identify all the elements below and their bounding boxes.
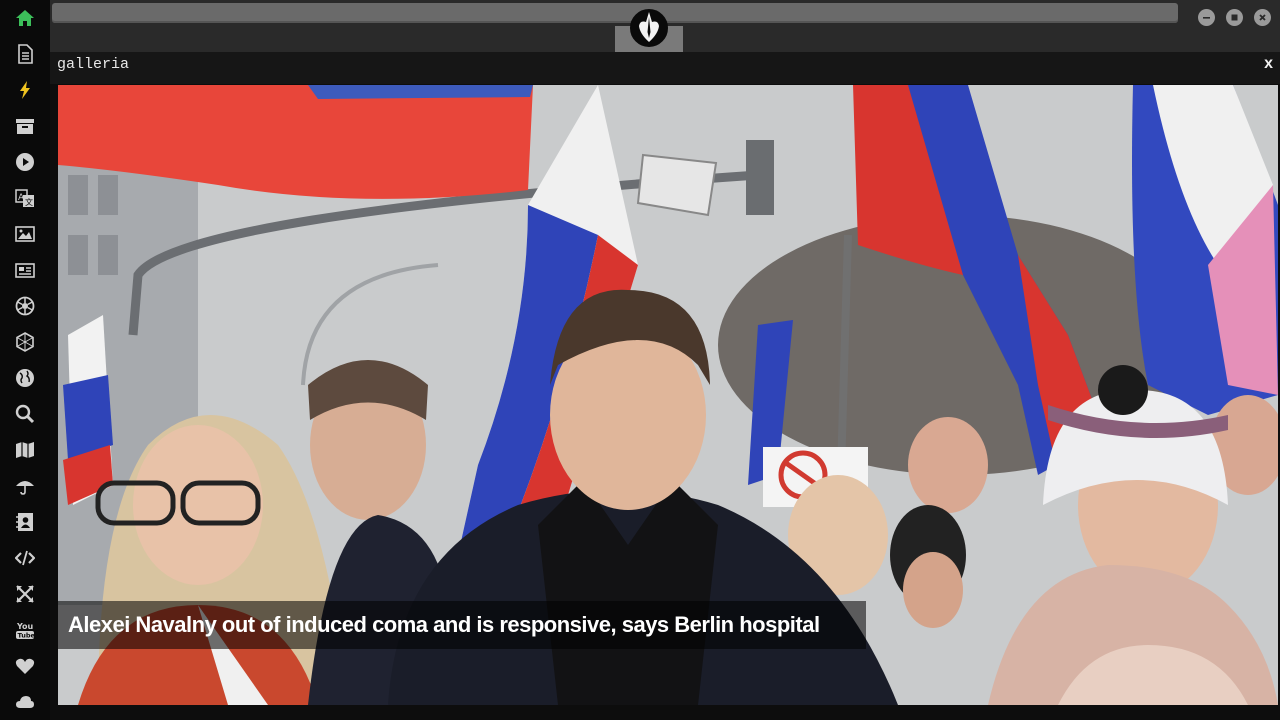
lightning-icon[interactable] [13,78,37,102]
translate-icon[interactable]: A文 [13,186,37,210]
minimize-icon [1203,17,1210,19]
maximize-icon [1231,14,1238,21]
code-icon[interactable] [13,546,37,570]
svg-text:文: 文 [25,197,33,207]
globe-icon[interactable] [13,366,37,390]
expand-icon[interactable] [13,582,37,606]
map-icon[interactable] [13,438,37,462]
gallery-header: galleria x [50,52,1280,84]
cloud-icon[interactable] [13,690,37,714]
sidebar: A文 You Tube [0,0,50,720]
close-icon [1259,14,1266,21]
svg-text:You: You [16,622,34,631]
home-icon[interactable] [13,6,37,30]
contact-card-icon[interactable] [13,510,37,534]
aperture-icon[interactable] [13,294,37,318]
minimize-button[interactable] [1198,9,1215,26]
heart-icon[interactable] [13,654,37,678]
top-bar [50,0,1280,52]
rebel-alliance-icon[interactable] [628,8,670,48]
youtube-icon[interactable]: You Tube [13,618,37,642]
hexagon-icon[interactable] [13,330,37,354]
umbrella-icon[interactable] [13,474,37,498]
address-bar[interactable] [52,3,1178,23]
photo-caption: Alexei Navalny out of induced coma and i… [58,601,866,649]
svg-text:Tube: Tube [18,632,36,640]
search-icon[interactable] [13,402,37,426]
caption-text: Alexei Navalny out of induced coma and i… [68,612,820,637]
image-icon[interactable] [13,222,37,246]
close-window-button[interactable] [1254,9,1271,26]
gallery-close-button[interactable]: x [1264,55,1273,73]
newspaper-icon[interactable] [13,258,37,282]
play-icon[interactable] [13,150,37,174]
gallery-title: galleria [57,56,130,73]
archive-icon[interactable] [13,114,37,138]
document-icon[interactable] [13,42,37,66]
maximize-button[interactable] [1226,9,1243,26]
